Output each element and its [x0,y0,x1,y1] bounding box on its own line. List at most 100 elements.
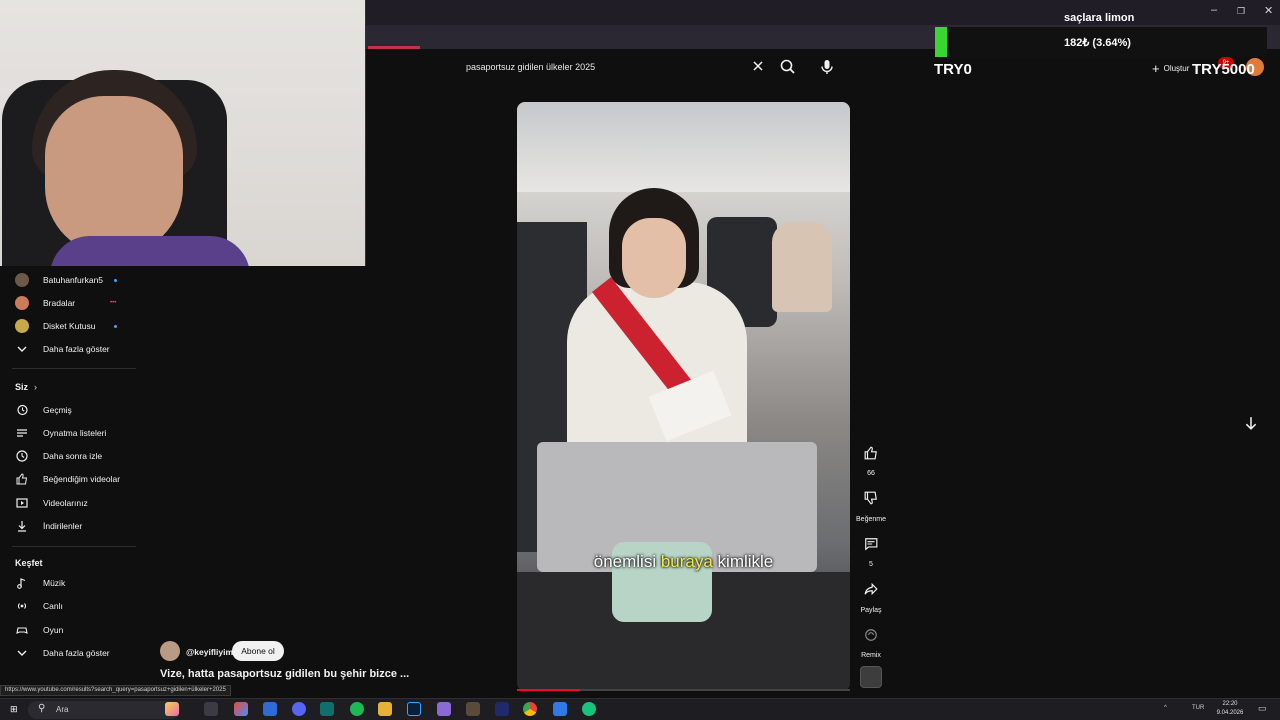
restore-button[interactable]: ❐ [1237,6,1245,17]
sidebar-you-heading[interactable]: Siz › [0,376,136,398]
minecraft-icon[interactable] [466,702,480,716]
sidebar-item-label: Geçmiş [43,405,72,415]
show-more-label: Daha fazla göster [43,344,110,354]
search-input[interactable]: pasaportsuz gidilen ülkeler 2025 [466,62,595,72]
thumb-up-icon [864,446,877,460]
sidebar-item-label: Canlı [43,601,63,611]
share-button[interactable] [860,578,882,600]
close-button[interactable]: ✕ [1264,4,1273,17]
overlay-value: 182₺ (3.64%) [1064,37,1131,49]
arrow-down-icon [1245,417,1257,430]
search-icon: ⚲ [38,703,46,714]
show-more-explore[interactable]: Daha fazla göster [0,642,136,664]
subscribe-button[interactable]: Abone ol [232,641,284,661]
channel-name[interactable]: @keyifliyim [186,647,233,657]
sidebar-item-label: Beğendiğim videolar [43,474,121,484]
live-indicator: ••• [110,300,117,306]
new-content-dot [114,324,117,328]
chevron-right-icon: › [34,382,37,392]
photoshop-icon[interactable] [407,702,421,716]
sidebar-item-label: Oynatma listeleri [43,428,107,438]
sidebar-item-label: Videolarınız [43,498,88,508]
person-face [45,96,183,256]
taskbar-search-placeholder: Ara [56,705,69,714]
microphone-icon[interactable] [818,58,836,76]
remix-icon [865,629,877,641]
caption-highlight: buraya [660,552,713,571]
sidebar-item-label: Batuhanfurkan5 [43,275,104,285]
sidebar-item-downloads[interactable]: İndirilenler [0,515,136,537]
sidebar-item-liked-videos[interactable]: Beğendiğim videolar [0,468,136,490]
channel-avatar [15,273,29,287]
sidebar-item-disket-kutusu[interactable]: Disket Kutusu [0,315,136,337]
cabin-ceiling [517,102,850,192]
plus-icon: + [1152,61,1160,76]
show-more-subscriptions[interactable]: Daha fazla göster [0,338,136,360]
comments-button[interactable] [860,533,882,555]
spotify-icon[interactable] [350,702,364,716]
language-indicator[interactable]: TUR [1192,705,1204,711]
sidebar-item-history[interactable]: Geçmiş [0,399,136,421]
notifications-icon[interactable]: ▭ [1258,703,1267,714]
video-icon [15,496,29,510]
taskbar-search[interactable]: ⚲ Ara [28,701,180,719]
like-button[interactable] [860,442,882,464]
passenger-background [772,222,832,312]
dislike-button[interactable] [860,487,882,509]
section-heading: Siz [15,382,29,392]
divider [12,546,136,547]
search-icon[interactable] [779,58,797,76]
sound-thumbnail[interactable] [860,666,882,688]
overlay-progress-bar [935,27,947,57]
caption-text: kimlikle [712,552,774,571]
app-icon[interactable] [437,702,451,716]
create-button[interactable]: + Oluştur [1152,61,1189,76]
sidebar-item-label: Oyun [43,625,64,635]
sidebar-item-watch-later[interactable]: Daha sonra izle [0,445,136,467]
comment-icon [865,538,878,551]
discord-icon[interactable] [292,702,306,716]
sidebar-item-batuhanfurkan5[interactable]: Batuhanfurkan5 [0,269,136,291]
live-icon [15,599,29,613]
video-progress-bar[interactable] [517,689,850,691]
task-view-icon[interactable] [204,702,218,716]
history-icon [15,403,29,417]
sidebar-item-gaming[interactable]: Oyun [0,619,136,641]
close-icon[interactable] [752,59,764,75]
mail-icon[interactable] [263,702,277,716]
active-tab-indicator [368,46,420,49]
caption-text: önemlisi [593,552,661,571]
channel-avatar[interactable] [160,641,180,661]
chevron-down-icon [15,646,29,660]
status-url: https://www.youtube.com/results?search_q… [0,685,231,696]
docs-icon[interactable] [553,702,567,716]
sidebar-item-your-videos[interactable]: Videolarınız [0,492,136,514]
terminal-icon[interactable] [320,702,334,716]
edge-icon[interactable] [234,702,248,716]
file-explorer-icon[interactable] [378,702,392,716]
sidebar-explore-heading: Keşfet [0,552,136,574]
clock[interactable]: 22:20 9.04.2026 [1212,700,1248,718]
gamepad-icon [15,623,29,637]
capcut-icon[interactable] [495,702,509,716]
minimize-button[interactable]: – [1211,4,1217,16]
sidebar-item-bradalar[interactable]: Bradalar ••• [0,292,136,314]
sidebar-item-live[interactable]: Canlı [0,595,136,617]
new-content-dot [114,278,117,282]
sidebar-item-music[interactable]: Müzik [0,572,136,594]
share-icon [864,582,878,596]
chatgpt-icon[interactable] [582,702,596,716]
remix-button[interactable] [860,624,882,646]
video-caption: önemlisi buraya kimlikle [517,552,850,572]
tray-chevron-icon[interactable]: ^ [1164,705,1167,711]
short-video-player[interactable]: önemlisi buraya kimlikle [517,102,850,691]
dislike-label: Beğenme [856,516,886,523]
chrome-icon[interactable] [523,702,537,716]
copilot-icon[interactable] [165,702,179,716]
sidebar-item-playlists[interactable]: Oynatma listeleri [0,422,136,444]
windows-start-icon[interactable]: ⊞ [10,704,18,715]
next-video-button[interactable] [1238,410,1264,436]
video-title[interactable]: Vize, hatta pasaportsuz gidilen bu şehir… [160,668,409,680]
sidebar-item-label: Müzik [43,578,66,588]
search-bar[interactable]: pasaportsuz gidilen ülkeler 2025 [458,56,776,78]
